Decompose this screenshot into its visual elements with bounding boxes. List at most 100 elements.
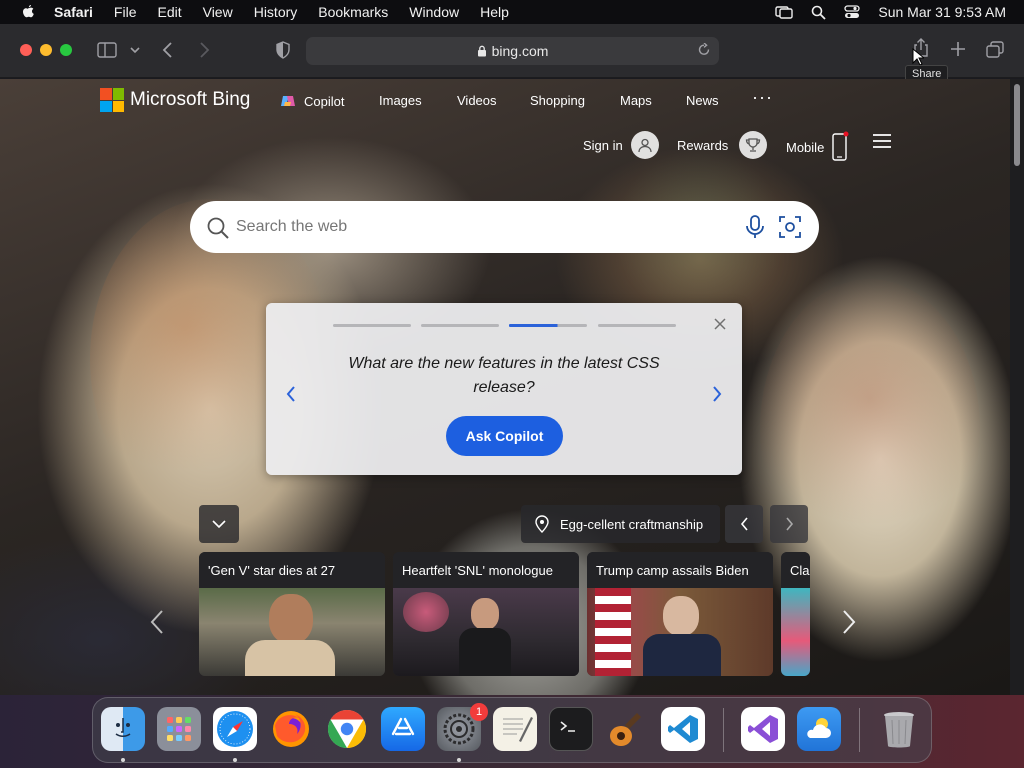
sign-in-label: Sign in bbox=[583, 137, 623, 153]
nav-news[interactable]: News bbox=[686, 93, 719, 108]
close-window-button[interactable] bbox=[20, 44, 32, 56]
news-previous-arrow-icon[interactable] bbox=[150, 609, 164, 635]
menu-file[interactable]: File bbox=[114, 4, 137, 20]
microphone-icon[interactable] bbox=[745, 215, 765, 239]
menu-help[interactable]: Help bbox=[480, 4, 509, 20]
chevron-down-icon[interactable] bbox=[130, 46, 140, 54]
card-next-arrow-icon[interactable] bbox=[712, 385, 722, 403]
lock-icon bbox=[477, 45, 486, 57]
vscode-icon[interactable] bbox=[661, 707, 705, 751]
previous-image-button[interactable] bbox=[725, 505, 763, 543]
rewards-label: Rewards bbox=[677, 137, 729, 153]
chrome-icon[interactable] bbox=[325, 707, 369, 751]
menu-history[interactable]: History bbox=[254, 4, 298, 20]
forward-arrow-icon[interactable] bbox=[198, 41, 210, 59]
news-thumbnail bbox=[199, 588, 385, 676]
mobile-button[interactable]: Mobile bbox=[786, 131, 850, 163]
trash-icon[interactable] bbox=[877, 707, 921, 751]
rewards-button[interactable]: Rewards bbox=[677, 131, 768, 159]
nav-videos[interactable]: Videos bbox=[457, 93, 497, 108]
location-pin-icon bbox=[535, 515, 549, 533]
bing-logo-text: Microsoft Bing bbox=[130, 89, 251, 110]
sidebar-toggle-icon[interactable] bbox=[97, 41, 117, 59]
trophy-icon bbox=[739, 131, 768, 159]
image-of-the-day-info[interactable]: Egg-cellent craftmanship bbox=[521, 505, 720, 543]
bing-homepage: Microsoft Bing Copilot Images Videos Sho… bbox=[0, 79, 1010, 695]
nav-maps[interactable]: Maps bbox=[620, 93, 652, 108]
control-center-icon[interactable] bbox=[844, 5, 861, 19]
safari-icon[interactable] bbox=[213, 707, 257, 751]
terminal-icon[interactable] bbox=[549, 707, 593, 751]
zoom-window-button[interactable] bbox=[60, 44, 72, 56]
news-card-title: Clai bbox=[781, 552, 810, 588]
news-card[interactable]: Clai bbox=[781, 552, 810, 676]
chevron-left-icon bbox=[740, 517, 748, 531]
collapse-feed-button[interactable] bbox=[199, 505, 239, 543]
search-input[interactable] bbox=[236, 218, 716, 236]
textedit-icon[interactable] bbox=[493, 707, 537, 751]
finder-icon[interactable] bbox=[101, 707, 145, 751]
nav-images[interactable]: Images bbox=[379, 93, 422, 108]
menubar-clock[interactable]: Sun Mar 31 9:53 AM bbox=[878, 4, 1006, 20]
news-card[interactable]: 'Gen V' star dies at 27 bbox=[199, 552, 385, 676]
finder-running-indicator bbox=[121, 758, 125, 762]
apple-logo-icon[interactable] bbox=[20, 4, 36, 20]
card-progress-step-2[interactable] bbox=[421, 324, 499, 327]
minimize-window-button[interactable] bbox=[40, 44, 52, 56]
news-card-title: 'Gen V' star dies at 27 bbox=[199, 552, 385, 588]
menu-edit[interactable]: Edit bbox=[157, 4, 181, 20]
search-box[interactable] bbox=[190, 201, 819, 253]
page-scrollbar[interactable] bbox=[1010, 79, 1024, 695]
copilot-prompt-text: What are the new features in the latest … bbox=[348, 355, 660, 396]
close-icon[interactable] bbox=[714, 318, 726, 330]
menu-window[interactable]: Window bbox=[409, 4, 459, 20]
menu-bookmarks[interactable]: Bookmarks bbox=[318, 4, 388, 20]
firefox-icon[interactable] bbox=[269, 707, 313, 751]
tab-overview-icon[interactable] bbox=[986, 41, 1004, 59]
screen-mirroring-icon[interactable] bbox=[775, 5, 794, 19]
nav-more-button[interactable]: ··· bbox=[752, 87, 773, 108]
next-image-button[interactable] bbox=[770, 505, 808, 543]
bing-logo[interactable]: Microsoft Bing bbox=[100, 88, 250, 112]
news-next-arrow-icon[interactable] bbox=[842, 609, 856, 635]
card-previous-arrow-icon[interactable] bbox=[286, 385, 296, 403]
news-card[interactable]: Trump camp assails Biden bbox=[587, 552, 773, 676]
scrollbar-thumb[interactable] bbox=[1014, 84, 1020, 166]
news-card[interactable]: Heartfelt 'SNL' monologue bbox=[393, 552, 579, 676]
card-progress-step-3-track bbox=[509, 324, 587, 327]
app-store-icon[interactable] bbox=[381, 707, 425, 751]
launchpad-icon[interactable] bbox=[157, 707, 201, 751]
copilot-icon bbox=[281, 96, 295, 106]
microsoft-logo-icon bbox=[100, 88, 124, 112]
garageband-icon[interactable] bbox=[605, 707, 649, 751]
image-title: Egg-cellent craftmanship bbox=[560, 516, 704, 532]
news-thumbnail bbox=[781, 588, 810, 676]
mobile-label: Mobile bbox=[786, 139, 825, 155]
visual-studio-icon[interactable] bbox=[741, 707, 785, 751]
privacy-shield-icon[interactable] bbox=[275, 41, 291, 59]
back-arrow-icon[interactable] bbox=[162, 41, 174, 59]
visual-search-icon[interactable] bbox=[778, 215, 802, 239]
sign-in-button[interactable]: Sign in bbox=[583, 131, 659, 159]
hamburger-menu-icon[interactable] bbox=[872, 133, 892, 149]
chevron-right-icon bbox=[785, 517, 793, 531]
nav-copilot[interactable]: Copilot bbox=[280, 93, 344, 109]
ask-copilot-button[interactable]: Ask Copilot bbox=[446, 416, 563, 456]
card-progress-step-4[interactable] bbox=[598, 324, 676, 327]
weather-icon[interactable] bbox=[797, 707, 841, 751]
spotlight-search-icon[interactable] bbox=[811, 5, 826, 20]
card-progress-step-1[interactable] bbox=[333, 324, 411, 327]
safari-running-indicator bbox=[233, 758, 237, 762]
mouse-cursor-icon bbox=[912, 48, 924, 66]
menu-view[interactable]: View bbox=[203, 4, 233, 20]
new-tab-icon[interactable] bbox=[950, 41, 966, 57]
dock: 1 bbox=[92, 697, 932, 763]
news-thumbnail bbox=[393, 588, 579, 676]
search-icon bbox=[207, 217, 229, 239]
nav-copilot-label: Copilot bbox=[304, 93, 345, 109]
chevron-down-icon bbox=[212, 519, 226, 528]
reload-icon[interactable] bbox=[697, 43, 711, 57]
nav-shopping[interactable]: Shopping bbox=[530, 93, 585, 108]
menu-app-safari[interactable]: Safari bbox=[54, 4, 93, 20]
address-bar[interactable]: bing.com bbox=[306, 37, 719, 65]
